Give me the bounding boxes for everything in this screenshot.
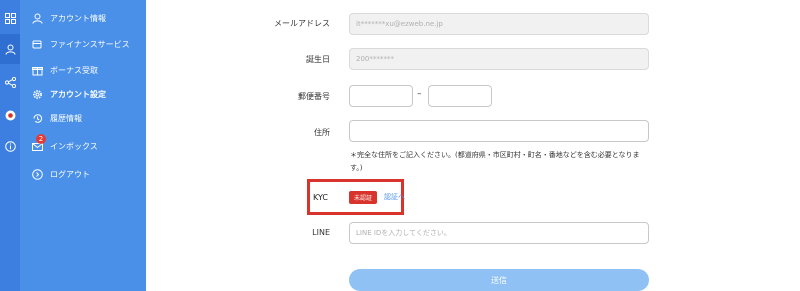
sidebar-item-label: ファイナンスサービス bbox=[50, 39, 130, 49]
birthday-field: 200******* bbox=[349, 48, 649, 70]
finance-icon bbox=[31, 38, 43, 50]
sidebar-item-label: アカウント情報 bbox=[50, 13, 106, 23]
sidebar-item-history[interactable]: 履歴情報 bbox=[20, 106, 146, 130]
notification-badge: 2 bbox=[36, 134, 46, 144]
birthday-label: 誕生日 bbox=[306, 55, 330, 64]
submit-button[interactable]: 送信 bbox=[349, 269, 649, 291]
sidebar-item-account-settings[interactable]: アカウント設定 bbox=[20, 82, 146, 106]
postal-code-second-input[interactable] bbox=[428, 85, 492, 107]
sidebar-item-label: ログアウト bbox=[50, 169, 90, 179]
sidebar-item-label: インボックス bbox=[50, 141, 98, 151]
share-icon[interactable] bbox=[0, 72, 20, 92]
history-icon bbox=[31, 112, 43, 124]
line-id-input[interactable]: LINE IDを入力してください。 bbox=[349, 222, 649, 244]
address-label: 住所 bbox=[314, 128, 330, 137]
address-note: ＊完全な住所をご記入ください。(都道府県・市区町村・町名・番地などを含む必要とな… bbox=[350, 151, 640, 172]
logout-icon bbox=[31, 168, 43, 180]
sidebar-item-label: アカウント設定 bbox=[50, 89, 106, 99]
kyc-label: KYC bbox=[313, 193, 328, 202]
sidebar: アカウント情報 ファイナンスサービス ボーナス受取 アカウント設定 履歴情報 2… bbox=[20, 0, 146, 291]
postal-code-label: 郵便番号 bbox=[298, 92, 330, 101]
sidebar-item-bonus[interactable]: ボーナス受取 bbox=[20, 58, 146, 82]
sidebar-item-inbox[interactable]: 2 インボックス bbox=[20, 134, 146, 158]
gear-icon bbox=[31, 88, 43, 100]
sidebar-item-label: ボーナス受取 bbox=[50, 65, 98, 75]
gift-icon bbox=[31, 64, 43, 76]
email-field: it*******xu@ezweb.ne.jp bbox=[349, 13, 649, 35]
email-label: メールアドレス bbox=[274, 19, 330, 28]
postal-code-first-input[interactable] bbox=[349, 85, 413, 107]
address-input[interactable] bbox=[349, 120, 649, 142]
icon-rail bbox=[0, 0, 20, 291]
line-label: LINE bbox=[312, 228, 330, 237]
user-icon[interactable] bbox=[0, 39, 20, 59]
user-icon bbox=[31, 12, 43, 24]
sidebar-item-label: 履歴情報 bbox=[50, 113, 82, 123]
kyc-verify-link[interactable]: 認証へ bbox=[384, 192, 405, 202]
info-icon[interactable] bbox=[0, 136, 20, 156]
grid-icon[interactable] bbox=[0, 8, 20, 28]
postal-code-separator: – bbox=[417, 89, 422, 99]
kyc-status-badge: 未認証 bbox=[349, 191, 377, 204]
record-icon[interactable] bbox=[0, 105, 20, 125]
sidebar-item-account-info[interactable]: アカウント情報 bbox=[20, 6, 146, 30]
sidebar-item-finance[interactable]: ファイナンスサービス bbox=[20, 32, 146, 56]
sidebar-item-logout[interactable]: ログアウト bbox=[20, 162, 146, 186]
